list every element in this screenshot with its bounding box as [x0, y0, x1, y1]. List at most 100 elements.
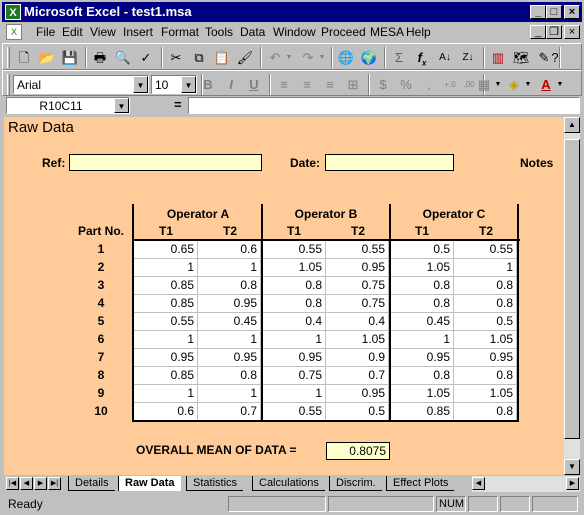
horizontal-scrollbar[interactable]: ◀ ▶	[472, 476, 580, 492]
overall-mean-value[interactable]: 0.8075	[326, 442, 390, 460]
sort-ascending-icon[interactable]: A↓	[434, 47, 456, 68]
data-cell[interactable]: 0.8	[454, 295, 517, 313]
data-cell[interactable]: 0.95	[198, 295, 261, 313]
data-cell[interactable]: 0.95	[326, 385, 389, 403]
menu-tools[interactable]: Tools	[205, 25, 233, 39]
fill-color-icon[interactable]: ◈	[503, 74, 525, 95]
tab-details[interactable]: Details	[68, 476, 115, 491]
currency-icon[interactable]: $	[372, 74, 394, 95]
workbook-minimize-button[interactable]: _	[530, 25, 546, 39]
workbook-icon[interactable]: X	[6, 24, 22, 40]
map-icon[interactable]: 🗺	[510, 47, 532, 68]
data-cell[interactable]: 0.8	[391, 277, 454, 295]
align-right-icon[interactable]: ≡	[319, 74, 341, 95]
redo-icon[interactable]: ↷	[297, 47, 319, 68]
data-cell[interactable]: 0.75	[263, 367, 326, 385]
menu-insert[interactable]: Insert	[123, 25, 153, 39]
data-cell[interactable]: 0.95	[326, 259, 389, 277]
workbook-restore-button[interactable]: ❐	[546, 25, 562, 39]
data-cell[interactable]: 0.5	[326, 403, 389, 421]
data-cell[interactable]: 0.6	[198, 241, 261, 259]
data-cell[interactable]: 0.8	[391, 295, 454, 313]
undo-icon[interactable]: ↶	[264, 47, 286, 68]
data-cell[interactable]: 0.85	[134, 277, 198, 295]
font-name-dropdown[interactable]: Arial ▼	[13, 75, 149, 94]
font-color-dropdown-icon[interactable]: ▼	[555, 74, 565, 95]
data-cell[interactable]: 0.5	[391, 241, 454, 259]
toolbar-grip[interactable]	[7, 47, 10, 68]
workbook-close-button[interactable]: ×	[564, 25, 580, 39]
data-cell[interactable]: 0.8	[454, 277, 517, 295]
menu-window[interactable]: Window	[273, 25, 316, 39]
menu-help[interactable]: Help	[406, 25, 431, 39]
date-field[interactable]	[325, 154, 454, 171]
print-preview-icon[interactable]: 🔍	[112, 47, 134, 68]
autosum-icon[interactable]: Σ	[388, 47, 410, 68]
name-box[interactable]: R10C11 ▼	[6, 97, 130, 114]
data-cell[interactable]: 0.95	[454, 349, 517, 367]
borders-dropdown-icon[interactable]: ▼	[493, 74, 503, 95]
scroll-left-icon[interactable]: ◀	[472, 477, 485, 490]
paste-icon[interactable]: 📋	[211, 47, 233, 68]
data-cell[interactable]: 1	[263, 385, 326, 403]
data-cell[interactable]: 0.95	[134, 349, 198, 367]
first-sheet-icon[interactable]: |◀	[6, 477, 19, 490]
data-cell[interactable]: 0.7	[326, 367, 389, 385]
data-cell[interactable]: 1.05	[263, 259, 326, 277]
data-cell[interactable]: 0.8	[391, 367, 454, 385]
data-cell[interactable]: 0.55	[134, 313, 198, 331]
close-button[interactable]: ×	[564, 5, 580, 19]
data-cell[interactable]: 0.4	[263, 313, 326, 331]
italic-icon[interactable]: I	[220, 74, 242, 95]
menu-edit[interactable]: Edit	[62, 25, 83, 39]
cut-icon[interactable]: ✂	[165, 47, 187, 68]
data-cell[interactable]: 0.8	[198, 277, 261, 295]
next-sheet-icon[interactable]: ▶	[34, 477, 47, 490]
menu-format[interactable]: Format	[161, 25, 199, 39]
merge-center-icon[interactable]: ⊞	[342, 74, 364, 95]
data-cell[interactable]: 1.05	[454, 331, 517, 349]
data-cell[interactable]: 1	[134, 259, 198, 277]
maximize-button[interactable]: □	[546, 5, 562, 19]
tab-discrim[interactable]: Discrim.	[329, 476, 382, 491]
data-cell[interactable]: 0.6	[134, 403, 198, 421]
borders-icon[interactable]: ▦	[473, 74, 495, 95]
new-icon[interactable]: 🗋	[13, 47, 35, 68]
tab-effect-plots[interactable]: Effect Plots	[386, 476, 455, 491]
align-center-icon[interactable]: ≡	[296, 74, 318, 95]
formula-equals-sign[interactable]: =	[174, 97, 182, 112]
data-cell[interactable]: 1.05	[454, 385, 517, 403]
font-color-icon[interactable]: A	[535, 74, 557, 95]
menu-proceed[interactable]: Proceed	[321, 25, 366, 39]
undo-dropdown-icon[interactable]: ▼	[284, 47, 294, 68]
align-left-icon[interactable]: ≡	[273, 74, 295, 95]
chart-wizard-icon[interactable]: ▥	[487, 47, 509, 68]
data-cell[interactable]: 0.5	[454, 313, 517, 331]
underline-icon[interactable]: U	[243, 74, 265, 95]
print-icon[interactable]: 🖶	[89, 47, 111, 68]
scroll-down-icon[interactable]: ▼	[564, 459, 580, 475]
save-icon[interactable]: 💾	[59, 47, 81, 68]
toolbar-grip[interactable]	[7, 74, 10, 95]
chevron-down-icon[interactable]: ▼	[181, 76, 196, 93]
data-cell[interactable]: 1.05	[391, 259, 454, 277]
web-toolbar-icon[interactable]: 🌍	[358, 47, 380, 68]
paste-function-icon[interactable]: fx	[411, 47, 433, 68]
tab-statistics[interactable]: Statistics	[186, 476, 244, 491]
fill-color-dropdown-icon[interactable]: ▼	[523, 74, 533, 95]
data-cell[interactable]: 1	[454, 259, 517, 277]
data-cell[interactable]: 0.55	[326, 241, 389, 259]
data-cell[interactable]: 1	[198, 259, 261, 277]
data-cell[interactable]: 0.45	[391, 313, 454, 331]
comma-style-icon[interactable]: ,	[418, 74, 440, 95]
data-cell[interactable]: 0.55	[263, 241, 326, 259]
data-cell[interactable]: 1.05	[326, 331, 389, 349]
data-cell[interactable]: 0.7	[198, 403, 261, 421]
data-cell[interactable]: 1	[263, 331, 326, 349]
data-cell[interactable]: 1.05	[391, 385, 454, 403]
data-cell[interactable]: 0.55	[263, 403, 326, 421]
minimize-button[interactable]: _	[530, 5, 546, 19]
open-icon[interactable]: 📂	[36, 47, 58, 68]
data-cell[interactable]: 0.8	[454, 367, 517, 385]
scroll-thumb[interactable]	[564, 139, 580, 439]
